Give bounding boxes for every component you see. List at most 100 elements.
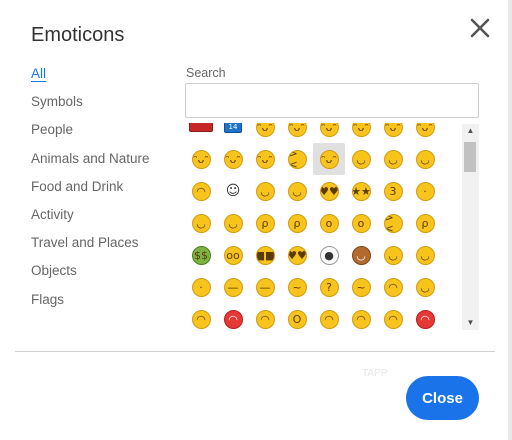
emoji-cell[interactable]: ᵔᴗᵔ (409, 123, 441, 143)
scroll-thumb[interactable] (464, 142, 476, 172)
smirk-face-icon: ◡ (415, 245, 435, 265)
emoji-cell[interactable]: ◡ (345, 239, 377, 271)
search-input[interactable] (185, 83, 479, 118)
emoji-cell[interactable]: ρ (281, 207, 313, 239)
category-symbols[interactable]: Symbols (31, 92, 150, 120)
squint-face-icon: ◡ (191, 213, 211, 233)
halo-face-icon: ᵔᴗᵔ (319, 149, 339, 169)
emoji-cell[interactable]: ☺ (217, 175, 249, 207)
calendar-blue-icon: 14 (224, 123, 242, 133)
emoji-cell[interactable]: 3 (377, 175, 409, 207)
emoji-cell[interactable]: ◠ (185, 303, 217, 329)
grin-face-icon: ᵔᴗᵔ (287, 123, 307, 137)
grin-face-icon: ᵔᴗᵔ (383, 123, 403, 137)
pensive-face-icon: ◠ (319, 309, 339, 329)
emoji-cell[interactable]: ρ (249, 207, 281, 239)
emoji-cell[interactable]: ◠ (249, 303, 281, 329)
emoji-cell[interactable]: ■■ (249, 239, 281, 271)
emoji-cell[interactable]: ᵔᴗᵔ (249, 143, 281, 175)
emoji-cell[interactable]: oo (217, 239, 249, 271)
emoji-cell[interactable]: ᵔᴗᵔ (185, 143, 217, 175)
emoji-cell[interactable]: ♥♥ (281, 239, 313, 271)
emoji-cell[interactable]: ◡ (377, 143, 409, 175)
emoji-grid-viewport: 14 ᵔᴗᵔ ᵔᴗᵔ ᵔᴗᵔ ᵔᴗᵔ ᵔᴗᵔ ᵔᴗᵔ ᵔᴗᵔ ᵔᴗᵔ ᵔᴗᵔ >< ᵔᴗᵔ ◡ ◡ ◡ ◠ ☺ ◡… (185, 123, 480, 329)
money-face-icon: $$ (191, 245, 211, 265)
emoji-cell[interactable]: ~ (345, 271, 377, 303)
emoji-cell[interactable]: ◡ (249, 175, 281, 207)
emoji-cell[interactable]: ᵔᴗᵔ (217, 143, 249, 175)
emoji-cell[interactable]: ◡ (409, 239, 441, 271)
emoji-cell[interactable]: ◡ (345, 143, 377, 175)
category-objects[interactable]: Objects (31, 261, 150, 289)
emoji-cell[interactable]: ᵔᴗᵔ (345, 123, 377, 143)
category-travel-and-places[interactable]: Travel and Places (31, 233, 150, 261)
white-smile-face-icon: ☺ (225, 183, 241, 199)
emoji-cell[interactable]: o (345, 207, 377, 239)
emoji-cell[interactable]: ρ (409, 207, 441, 239)
emoji-cell[interactable]: ◡ (217, 207, 249, 239)
emoji-cell[interactable]: ◡ (281, 175, 313, 207)
emoji-cell[interactable]: o (313, 207, 345, 239)
emoji-cell[interactable]: ᵔᴗᵔ (377, 123, 409, 143)
emoji-cell[interactable]: ◡ (409, 143, 441, 175)
emoji-cell[interactable]: ◡ (185, 207, 217, 239)
category-label: Animals and Nature (31, 150, 150, 166)
category-people[interactable]: People (31, 120, 150, 148)
emoji-cell[interactable]: 14 (217, 123, 249, 143)
kiss-face-icon: 3 (383, 181, 403, 201)
emoji-cell[interactable]: ◠ (377, 303, 409, 329)
category-label: Activity (31, 206, 74, 222)
emoji-cell[interactable]: ◠ (377, 271, 409, 303)
scroll-down-arrow-icon[interactable]: ▼ (462, 316, 479, 330)
emoji-cell[interactable]: — (249, 271, 281, 303)
hug-face-icon: ◡ (383, 245, 403, 265)
category-animals-and-nature[interactable]: Animals and Nature (31, 149, 150, 177)
emoji-cell[interactable] (185, 123, 217, 143)
laugh-squint-face-icon: >< (287, 149, 307, 169)
close-button[interactable]: Close (406, 376, 479, 420)
emoji-cell[interactable]: ◠ (313, 303, 345, 329)
category-label: Travel and Places (31, 235, 139, 251)
emoji-cell[interactable]: >< (377, 207, 409, 239)
emoji-cell[interactable]: ᵔᴗᵔ (313, 143, 345, 175)
emoji-cell[interactable]: ♥♥ (313, 175, 345, 207)
emoji-cell[interactable]: ◠ (409, 303, 441, 329)
emoji-cell[interactable]: ◡ (409, 271, 441, 303)
scroll-up-arrow-icon[interactable]: ▲ (462, 124, 479, 138)
emoji-cell[interactable]: ◠ (217, 303, 249, 329)
emoji-cell[interactable]: ★★ (345, 175, 377, 207)
emoji-cell[interactable]: ᵔᴗᵔ (313, 123, 345, 143)
smile-face-icon: ◡ (351, 149, 371, 169)
hot-face-icon: ◠ (255, 309, 275, 329)
category-activity[interactable]: Activity (31, 205, 150, 233)
shock-face-icon: O (287, 309, 307, 329)
grin-face-icon: ᵔᴗᵔ (319, 123, 339, 137)
emoji-cell[interactable]: — (217, 271, 249, 303)
emoji-cell[interactable]: · (409, 175, 441, 207)
emoji-cell[interactable]: >< (281, 143, 313, 175)
category-flags[interactable]: Flags (31, 290, 150, 318)
dialog-title: Emoticons (31, 24, 125, 46)
thinking-face-icon: ? (319, 277, 339, 297)
tongue-face-icon: ρ (415, 213, 435, 233)
emoji-scrollbar[interactable]: ▲ ▼ (462, 124, 479, 330)
emoji-cell[interactable]: ᵔᴗᵔ (281, 123, 313, 143)
emoji-cell[interactable]: ? (313, 271, 345, 303)
emoji-cell[interactable]: O (281, 303, 313, 329)
emoji-cell[interactable]: ◠ (345, 303, 377, 329)
category-food-and-drink[interactable]: Food and Drink (31, 177, 150, 205)
emoji-cell[interactable]: ● (313, 239, 345, 271)
relieved-face-icon: ◡ (287, 181, 307, 201)
close-icon[interactable] (468, 16, 492, 40)
emoji-cell[interactable]: ◡ (377, 239, 409, 271)
category-all[interactable]: All (31, 64, 150, 92)
emoji-cell[interactable]: ~ (281, 271, 313, 303)
sad-face-icon: ◠ (191, 309, 211, 329)
emoji-cell[interactable]: $$ (185, 239, 217, 271)
emoji-cell[interactable]: ◠ (185, 175, 217, 207)
watermark: TAPP (362, 368, 388, 379)
angry-face-icon: ◠ (383, 309, 403, 329)
emoji-cell[interactable]: · (185, 271, 217, 303)
emoji-cell[interactable]: ᵔᴗᵔ (249, 123, 281, 143)
hush-face-icon: o (319, 213, 339, 233)
